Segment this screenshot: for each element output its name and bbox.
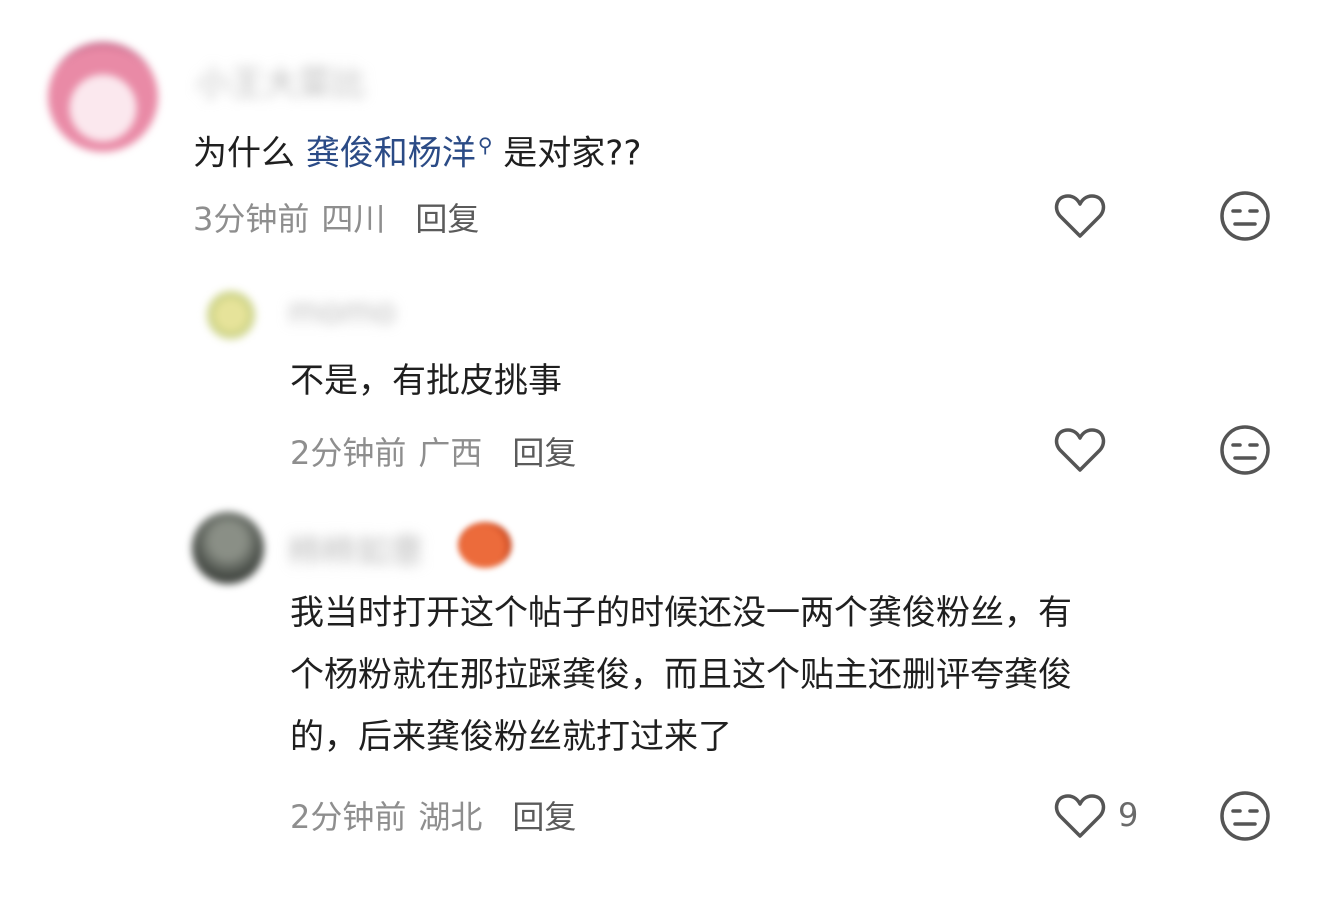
comment-text: 我当时打开这个帖子的时候还没一两个龚俊粉丝，有 个杨粉就在那拉踩龚俊，而且这个贴… [290, 582, 1270, 768]
heart-icon[interactable] [1054, 792, 1106, 840]
heart-icon[interactable] [1054, 426, 1106, 474]
reply-button[interactable]: 回复 [512, 798, 576, 836]
comment-meta: 2分钟前 湖北 回复 [290, 792, 576, 838]
reply-button[interactable]: 回复 [512, 434, 576, 472]
timestamp: 2分钟前 [290, 434, 407, 472]
username[interactable]: 柿柿如意 [288, 524, 424, 573]
location: 湖北 [418, 798, 483, 836]
comment-1: 小王大菜比 为什么 龚俊和杨洋 ⚲ 是对家?? 3分钟前 四川 回复 [0, 0, 1320, 270]
timestamp: 3分钟前 [193, 200, 310, 238]
like-count: 9 [1118, 796, 1139, 834]
comment-2: momo 不是，有批皮挑事 2分钟前 广西 回复 [0, 270, 1320, 500]
location: 四川 [321, 200, 386, 238]
heart-icon[interactable] [1054, 192, 1106, 240]
reply-button[interactable]: 回复 [415, 200, 479, 238]
comment-meta: 2分钟前 广西 回复 [290, 428, 576, 474]
comment-text-line: 的，后来龚俊粉丝就打过来了 [290, 717, 732, 757]
comment-text-line: 个杨粉就在那拉踩龚俊，而且这个贴主还删评夸龚俊 [290, 655, 1072, 695]
comment-text: 不是，有批皮挑事 [290, 361, 562, 401]
meh-face-icon[interactable] [1219, 424, 1271, 476]
avatar[interactable] [192, 512, 264, 584]
comment-text: 为什么 龚俊和杨洋 ⚲ 是对家?? [193, 114, 641, 184]
username[interactable]: momo [288, 292, 396, 332]
timestamp: 2分钟前 [290, 798, 407, 836]
topic-link[interactable]: 龚俊和杨洋 [306, 133, 476, 173]
meh-face-icon[interactable] [1219, 190, 1271, 242]
avatar[interactable] [206, 290, 256, 340]
badge-icon [458, 522, 512, 568]
location: 广西 [418, 434, 483, 472]
search-icon[interactable]: ⚲ [478, 133, 493, 157]
comment-meta: 3分钟前 四川 回复 [193, 194, 479, 240]
username[interactable]: 小王大菜比 [196, 56, 366, 105]
comment-3: 柿柿如意 我当时打开这个帖子的时候还没一两个龚俊粉丝，有 个杨粉就在那拉踩龚俊，… [0, 500, 1320, 913]
avatar[interactable] [48, 42, 158, 152]
comment-text-before: 为什么 [193, 133, 306, 174]
comment-text-line: 我当时打开这个帖子的时候还没一两个龚俊粉丝，有 [290, 593, 1072, 633]
meh-face-icon[interactable] [1219, 790, 1271, 842]
comment-text-after: 是对家?? [492, 133, 642, 174]
